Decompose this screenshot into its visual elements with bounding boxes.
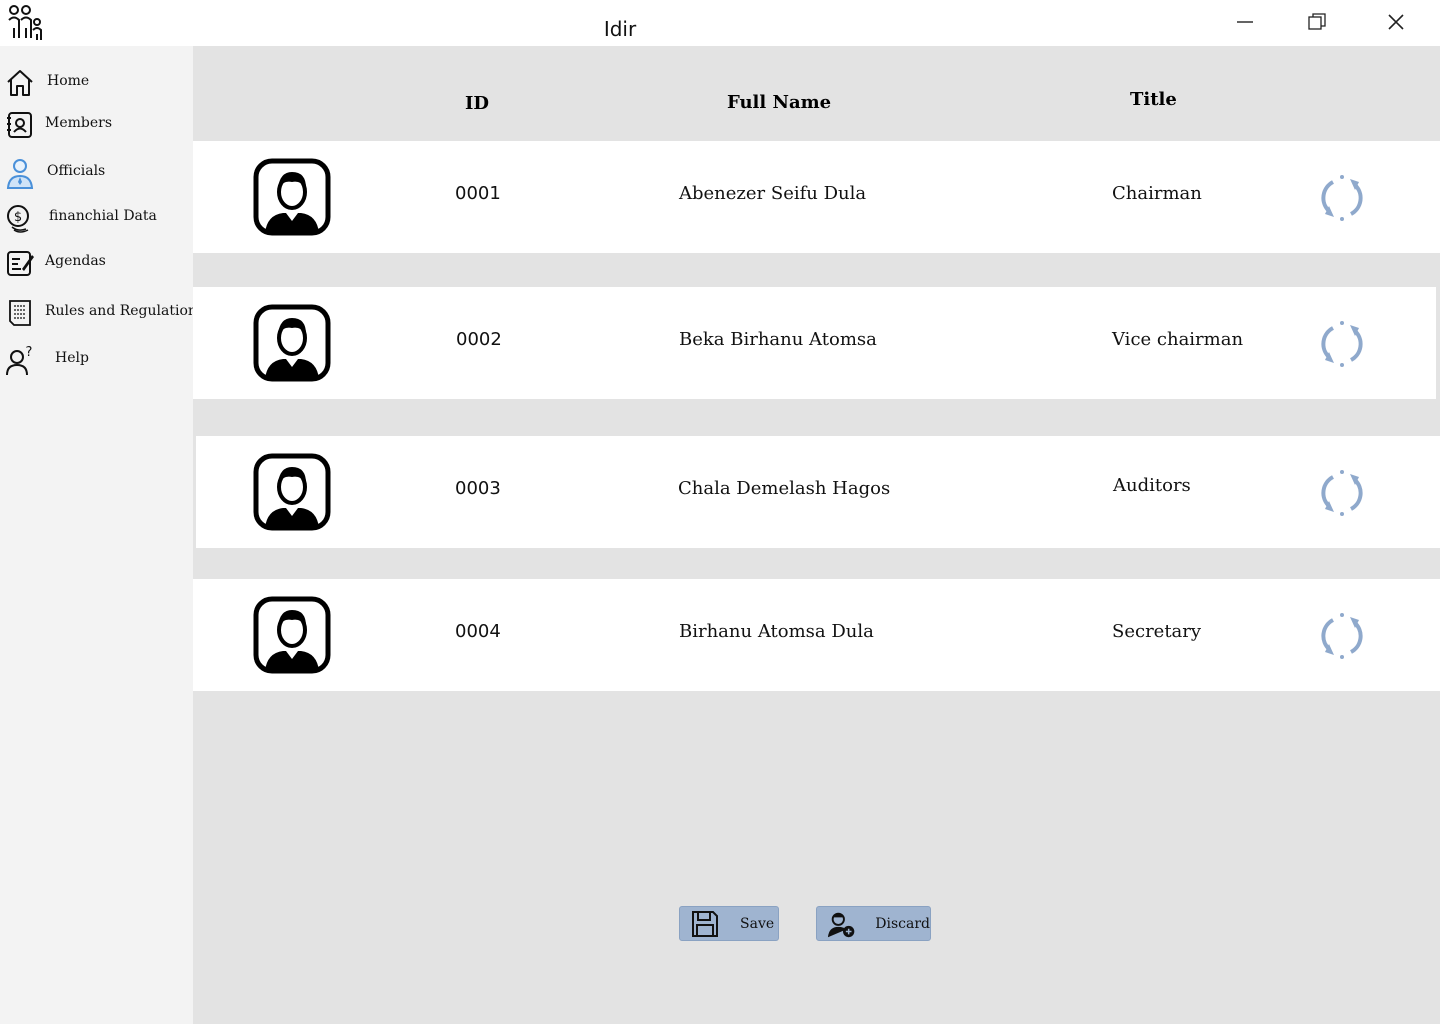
- user-add-icon: [827, 912, 855, 937]
- cell-full-name: Chala Demelash Hagos: [678, 478, 891, 499]
- coins-icon: $: [7, 205, 29, 233]
- close-button[interactable]: [1381, 8, 1411, 36]
- sidebar: Home Members Officials $ financhial Data: [0, 46, 204, 1024]
- sidebar-item-officials[interactable]: Officials: [0, 153, 193, 193]
- table-row[interactable]: 0003 Chala Demelash Hagos Auditors: [196, 436, 1440, 548]
- cell-title: Auditors: [1113, 475, 1191, 496]
- cell-id: 0001: [455, 183, 501, 204]
- sidebar-item-help[interactable]: ? Help: [0, 340, 193, 380]
- table-row[interactable]: 0004 Birhanu Atomsa Dula Secretary: [193, 579, 1440, 691]
- table-row[interactable]: 0002 Beka Birhanu Atomsa Vice chairman: [193, 287, 1436, 399]
- document-icon: [9, 300, 31, 326]
- sidebar-item-label: Members: [45, 115, 113, 131]
- sidebar-item-members[interactable]: Members: [0, 105, 193, 145]
- sidebar-item-home[interactable]: Home: [0, 63, 193, 103]
- cell-id: 0003: [455, 478, 501, 499]
- close-icon: [1388, 14, 1404, 30]
- discard-button[interactable]: Discard: [816, 906, 931, 941]
- notepad-icon: [7, 251, 34, 276]
- table-row[interactable]: 0001 Abenezer Seifu Dula Chairman: [193, 141, 1440, 253]
- minimize-icon: [1237, 21, 1253, 23]
- cell-title: Secretary: [1112, 621, 1202, 642]
- sidebar-item-label: Help: [55, 350, 89, 366]
- minimize-button[interactable]: [1230, 8, 1260, 36]
- sidebar-item-label: Home: [47, 73, 90, 89]
- cell-full-name: Birhanu Atomsa Dula: [679, 621, 874, 642]
- column-header-title: Title: [1130, 89, 1177, 110]
- refresh-icon[interactable]: [1317, 173, 1367, 223]
- column-header-id: ID: [465, 93, 490, 114]
- sidebar-item-label: Rules and Regulations: [45, 303, 205, 319]
- refresh-icon[interactable]: [1317, 611, 1367, 661]
- maximize-icon: [1308, 13, 1326, 30]
- sidebar-item-label: financhial Data: [49, 208, 157, 224]
- sidebar-item-rules-and-regulations[interactable]: Rules and Regulations: [0, 293, 204, 333]
- sidebar-item-financial-data[interactable]: $ financhial Data: [0, 198, 193, 238]
- cell-title: Vice chairman: [1112, 329, 1244, 350]
- save-button[interactable]: Save: [679, 906, 779, 941]
- svg-text:$: $: [14, 210, 22, 225]
- sidebar-item-agendas[interactable]: Agendas: [0, 243, 193, 283]
- cell-full-name: Abenezer Seifu Dula: [679, 183, 867, 204]
- home-icon: [7, 70, 33, 96]
- refresh-icon[interactable]: [1317, 319, 1367, 369]
- user-avatar-icon: [253, 453, 331, 531]
- official-person-icon: [6, 159, 34, 189]
- cell-id: 0002: [456, 329, 502, 350]
- members-book-icon: [7, 112, 32, 138]
- cell-title: Chairman: [1112, 183, 1202, 204]
- cell-id: 0004: [455, 621, 501, 642]
- user-avatar-icon: [253, 158, 331, 236]
- person-question-icon: ?: [6, 345, 33, 376]
- discard-button-label: Discard: [875, 915, 930, 932]
- floppy-disk-icon: [692, 910, 718, 937]
- title-bar: Idir: [0, 0, 1440, 46]
- sidebar-item-label: Officials: [47, 163, 106, 179]
- user-avatar-icon: [253, 304, 331, 382]
- column-header-full-name: Full Name: [727, 92, 832, 113]
- refresh-icon[interactable]: [1317, 468, 1367, 518]
- family-icon: [8, 5, 42, 40]
- sidebar-item-label: Agendas: [45, 253, 106, 269]
- svg-text:?: ?: [26, 345, 33, 360]
- user-avatar-icon: [253, 596, 331, 674]
- officials-panel: ID Full Name Title 0001 Abenezer Seifu D…: [193, 46, 1440, 1024]
- save-button-label: Save: [740, 915, 775, 932]
- window-title: Idir: [603, 17, 637, 41]
- maximize-button[interactable]: [1302, 8, 1332, 36]
- cell-full-name: Beka Birhanu Atomsa: [679, 329, 877, 350]
